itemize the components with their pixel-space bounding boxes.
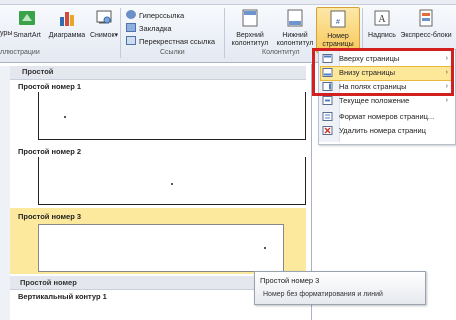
- gallery-item-title: Вертикальный контур 1: [18, 292, 107, 301]
- gallery-section-header: Простой: [10, 66, 306, 80]
- crossref-label: Перекрестная ссылка: [139, 37, 216, 46]
- header-button[interactable]: Верхний колонтитул: [228, 9, 272, 48]
- svg-text:A: A: [378, 14, 386, 25]
- page-number-icon: #: [330, 10, 346, 28]
- textbox-label: Надпись: [368, 32, 396, 39]
- gallery-item-simple-2[interactable]: [38, 157, 306, 205]
- menu-item-remove-page-numbers[interactable]: Удалить номера страниц: [339, 124, 451, 138]
- page-number-marker: [64, 116, 66, 118]
- menu-item-current-position[interactable]: Текущее положение ›: [339, 94, 451, 108]
- gallery-item-title: Простой номер 2: [18, 147, 82, 156]
- format-icon: [322, 112, 333, 121]
- crossref-button[interactable]: Перекрестная ссылка: [126, 35, 215, 48]
- textbox-button[interactable]: A Надпись: [364, 9, 400, 40]
- smartart-label: SmartArt: [13, 32, 41, 39]
- menu-item-format-page-numbers[interactable]: Формат номеров страниц...: [339, 110, 451, 124]
- screenshot-button[interactable]: Снимок▾: [88, 9, 120, 40]
- tooltip: Простой номер 3 Номер без форматирования…: [254, 271, 426, 305]
- links-group-label: Ссылки: [160, 49, 185, 56]
- partial-label-text: уры: [0, 30, 13, 37]
- gallery-item-simple-3[interactable]: [38, 224, 284, 272]
- smartart-button[interactable]: SmartArt: [12, 9, 42, 40]
- delete-icon: [322, 126, 333, 135]
- group-divider: [120, 8, 121, 58]
- bookmark-button[interactable]: Закладка: [126, 22, 172, 35]
- quickparts-icon: [419, 9, 433, 27]
- hyperlink-button[interactable]: Гиперссылка: [126, 9, 184, 22]
- chart-icon: [60, 12, 74, 26]
- quickparts-label: Экспресс-блоки: [400, 32, 452, 39]
- screenshot-icon: [96, 10, 112, 24]
- header-footer-group-label: Колонтитул: [262, 49, 300, 56]
- menu-item-label: Удалить номера страниц: [339, 126, 426, 135]
- tooltip-title: Простой номер 3: [260, 276, 320, 285]
- gallery-item-title: Простой номер 3: [18, 212, 82, 221]
- page-number-marker: [171, 183, 173, 185]
- illustrations-group-label: ллюстрации: [0, 49, 40, 56]
- textbox-icon: A: [374, 10, 390, 26]
- menu-item-label: Формат номеров страниц...: [339, 112, 435, 121]
- menu-item-label: Текущее положение: [339, 96, 410, 105]
- hyperlink-icon: [126, 10, 136, 19]
- tooltip-description: Номер без форматирования и линий: [263, 291, 383, 298]
- submenu-arrow-icon: ›: [445, 97, 448, 104]
- footer-button[interactable]: Нижний колонтитул: [274, 9, 316, 48]
- bookmark-icon: [126, 23, 136, 32]
- screenshot-label: Снимок: [89, 32, 115, 39]
- group-divider: [224, 8, 225, 58]
- annotation-highlight-box: [312, 48, 454, 96]
- gallery-item-title: Простой номер 1: [18, 82, 82, 91]
- gallery-section2-text: Простой номер: [20, 278, 77, 287]
- gallery-header-text: Простой: [22, 67, 54, 76]
- screenshot-dropdown-arrow[interactable]: ▾: [115, 32, 119, 39]
- svg-text:#: #: [336, 19, 340, 26]
- chart-label: Диаграмма: [48, 32, 86, 39]
- bookmark-label: Закладка: [139, 24, 172, 33]
- page-number-label: Номер страницы: [322, 33, 354, 48]
- footer-icon: [287, 9, 303, 27]
- hyperlink-label: Гиперссылка: [139, 11, 185, 20]
- page-number-marker: [264, 247, 266, 249]
- gallery-item-simple-1[interactable]: [38, 92, 306, 140]
- quickparts-button[interactable]: Экспресс-блоки: [398, 9, 454, 40]
- current-position-icon: [322, 96, 333, 105]
- smartart-icon: [19, 11, 35, 25]
- header-icon: [242, 9, 258, 27]
- gallery-scrollbar[interactable]: [0, 66, 10, 320]
- footer-label: Нижний колонтитул: [276, 32, 314, 47]
- crossref-icon: [126, 36, 136, 45]
- page-number-button[interactable]: # Номер страницы: [316, 7, 360, 53]
- chart-button[interactable]: Диаграмма: [47, 9, 87, 40]
- ribbon-partial-label[interactable]: уры: [0, 30, 12, 37]
- header-label: Верхний колонтитул: [231, 32, 269, 47]
